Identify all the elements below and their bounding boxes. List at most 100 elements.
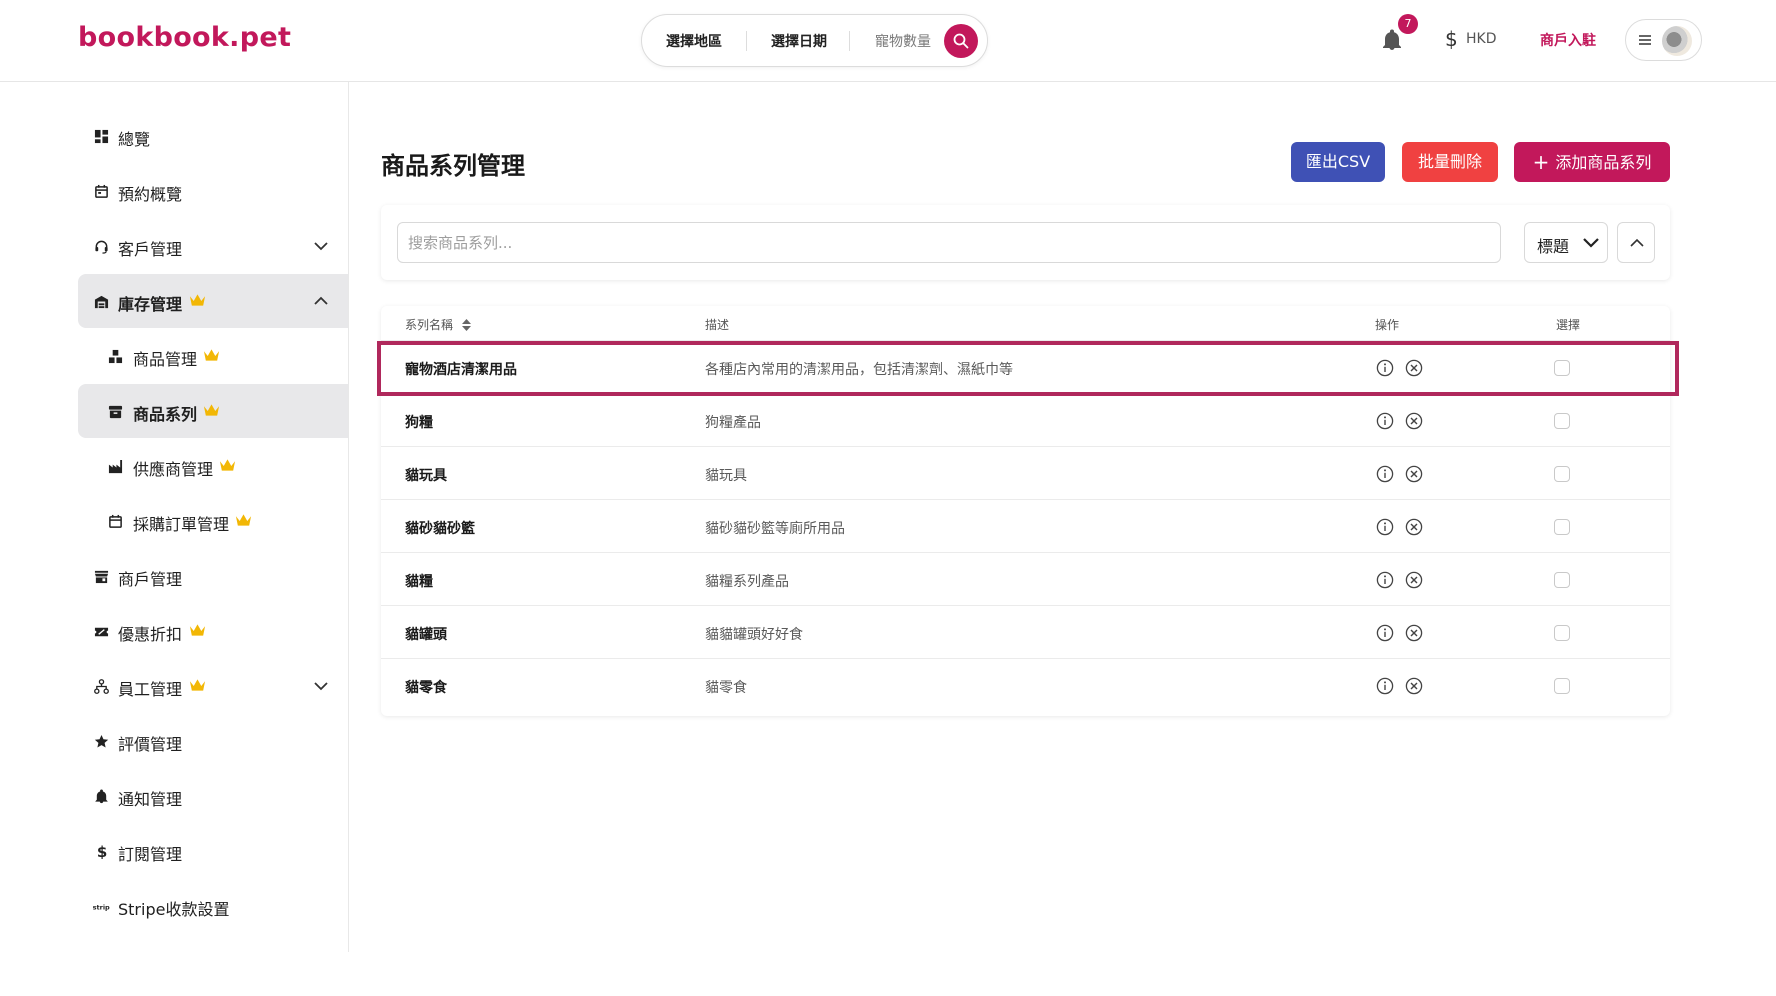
sidebar-item-label: 員工管理 xyxy=(118,680,183,699)
sidebar-item-label: 預約概覽 xyxy=(118,185,183,204)
org-chart-icon xyxy=(94,679,109,694)
chevron-down-icon[interactable] xyxy=(314,681,328,691)
series-description: 狗糧產品 xyxy=(705,415,761,431)
sidebar-item-reviews[interactable]: 評價管理 xyxy=(78,714,348,768)
booking-searchbar[interactable]: 選擇地區 選擇日期 寵物數量 xyxy=(641,14,988,67)
info-icon[interactable] xyxy=(1376,624,1394,642)
row-select-checkbox[interactable] xyxy=(1554,466,1570,482)
row-select-checkbox[interactable] xyxy=(1554,519,1570,535)
crown-icon xyxy=(203,404,220,416)
info-icon[interactable] xyxy=(1376,465,1394,483)
delete-icon[interactable] xyxy=(1405,359,1423,377)
info-icon[interactable] xyxy=(1376,571,1394,589)
crown-icon xyxy=(189,624,206,636)
region-selector[interactable]: 選擇地區 xyxy=(666,31,722,51)
merchant-signup-link[interactable]: 商戶入駐 xyxy=(1540,30,1596,50)
table-row[interactable]: 貓糧 貓糧系列產品 xyxy=(381,552,1670,605)
info-icon[interactable] xyxy=(1376,677,1394,695)
sidebar-item-customers[interactable]: 客戶管理 xyxy=(78,219,348,273)
series-description: 貓糧系列產品 xyxy=(705,574,789,590)
plus-icon: + xyxy=(1532,150,1550,174)
series-name: 貓玩具 xyxy=(405,468,447,484)
stripe-icon: stripe xyxy=(93,903,110,911)
table-row[interactable]: 貓罐頭 貓貓罐頭好好食 xyxy=(381,605,1670,658)
sidebar-item-booking-overview[interactable]: 預約概覽 xyxy=(78,164,348,218)
headset-icon xyxy=(95,240,108,254)
sidebar-item-label: 商戶管理 xyxy=(118,570,183,589)
sort-field-select[interactable]: 標題 xyxy=(1524,222,1608,263)
series-name: 狗糧 xyxy=(405,415,433,431)
bell-icon xyxy=(95,789,108,804)
sort-icon[interactable] xyxy=(461,319,471,331)
sidebar-item-inventory[interactable]: 庫存管理 xyxy=(78,274,348,328)
sidebar-item-staff[interactable]: 員工管理 xyxy=(78,659,348,713)
delete-icon[interactable] xyxy=(1405,624,1423,642)
chevron-up-icon[interactable] xyxy=(314,296,328,306)
notification-bell-icon[interactable] xyxy=(1380,28,1404,52)
sidebar-item-products[interactable]: 商品管理 xyxy=(78,329,348,383)
sidebar-item-merchants[interactable]: 商戶管理 xyxy=(78,549,348,603)
add-series-button[interactable]: + 添加商品系列 xyxy=(1514,142,1670,182)
delete-icon[interactable] xyxy=(1405,518,1423,536)
delete-icon[interactable] xyxy=(1405,412,1423,430)
sidebar-item-discounts[interactable]: 優惠折扣 xyxy=(78,604,348,658)
sidebar-item-subscription[interactable]: $ 訂閱管理 xyxy=(78,824,348,878)
table-row[interactable]: 貓零食 貓零食 xyxy=(381,658,1670,711)
sidebar-item-label: 評價管理 xyxy=(118,735,183,754)
add-series-label: 添加商品系列 xyxy=(1555,153,1652,172)
table-row[interactable]: 貓玩具 貓玩具 xyxy=(381,446,1670,499)
store-icon xyxy=(94,570,109,584)
dashboard-icon xyxy=(94,129,109,144)
calendar-icon xyxy=(109,514,122,528)
table-row[interactable]: 寵物酒店清潔用品 各種店內常用的清潔用品，包括清潔劑、濕紙巾等 xyxy=(381,340,1670,393)
info-icon[interactable] xyxy=(1376,359,1394,377)
date-selector[interactable]: 選擇日期 xyxy=(771,31,827,51)
pet-count-selector[interactable]: 寵物數量 xyxy=(875,31,931,51)
sidebar-item-stripe-settings[interactable]: stripe Stripe收款設置 xyxy=(78,879,348,933)
sidebar-item-label: 庫存管理 xyxy=(118,295,183,314)
search-button[interactable] xyxy=(944,24,978,58)
export-csv-button[interactable]: 匯出CSV xyxy=(1291,142,1385,182)
hamburger-icon xyxy=(1639,35,1651,45)
crown-icon xyxy=(219,459,236,471)
series-description: 各種店內常用的清潔用品，包括清潔劑、濕紙巾等 xyxy=(705,362,1013,378)
delete-icon[interactable] xyxy=(1405,571,1423,589)
sidebar-item-suppliers[interactable]: 供應商管理 xyxy=(78,439,348,493)
table-row[interactable]: 狗糧 狗糧產品 xyxy=(381,393,1670,446)
series-name: 貓零食 xyxy=(405,680,447,696)
row-select-checkbox[interactable] xyxy=(1554,572,1570,588)
row-select-checkbox[interactable] xyxy=(1554,413,1570,429)
warehouse-icon xyxy=(94,295,109,309)
currency-selector[interactable]: HKD xyxy=(1466,31,1497,47)
sidebar-item-label: 訂閱管理 xyxy=(118,845,183,864)
sidebar-item-product-series[interactable]: 商品系列 xyxy=(78,384,348,438)
info-icon[interactable] xyxy=(1376,518,1394,536)
table-row[interactable]: 貓砂貓砂籃 貓砂貓砂籃等廁所用品 xyxy=(381,499,1670,552)
sidebar-item-notifications[interactable]: 通知管理 xyxy=(78,769,348,823)
chevron-down-icon[interactable] xyxy=(314,241,328,251)
sidebar-item-label: 採購訂單管理 xyxy=(133,515,230,534)
notification-badge: 7 xyxy=(1398,14,1418,34)
row-select-checkbox[interactable] xyxy=(1554,678,1570,694)
svg-text:$: $ xyxy=(97,844,107,859)
delete-icon[interactable] xyxy=(1405,677,1423,695)
search-input[interactable] xyxy=(397,222,1501,263)
dollar-icon: $ xyxy=(97,844,107,859)
info-icon[interactable] xyxy=(1376,412,1394,430)
sidebar-item-label: 總覽 xyxy=(118,130,151,149)
sort-direction-toggle[interactable] xyxy=(1617,222,1655,263)
bulk-delete-button[interactable]: 批量刪除 xyxy=(1402,142,1498,182)
row-select-checkbox[interactable] xyxy=(1554,625,1570,641)
delete-icon[interactable] xyxy=(1405,465,1423,483)
row-select-checkbox[interactable] xyxy=(1554,360,1570,376)
sidebar-item-label: 商品系列 xyxy=(133,405,198,424)
boxes-icon xyxy=(108,349,123,364)
crown-icon xyxy=(189,294,206,306)
svg-text:stripe: stripe xyxy=(93,903,110,911)
column-header-name[interactable]: 系列名稱 xyxy=(405,316,471,333)
sidebar-item-purchase-orders[interactable]: 採購訂單管理 xyxy=(78,494,348,548)
brand-logo[interactable]: bookbook.pet xyxy=(78,22,291,53)
user-menu-button[interactable] xyxy=(1625,19,1702,61)
chevron-down-icon xyxy=(1583,238,1599,248)
sidebar-item-overview[interactable]: 總覽 xyxy=(78,109,348,163)
